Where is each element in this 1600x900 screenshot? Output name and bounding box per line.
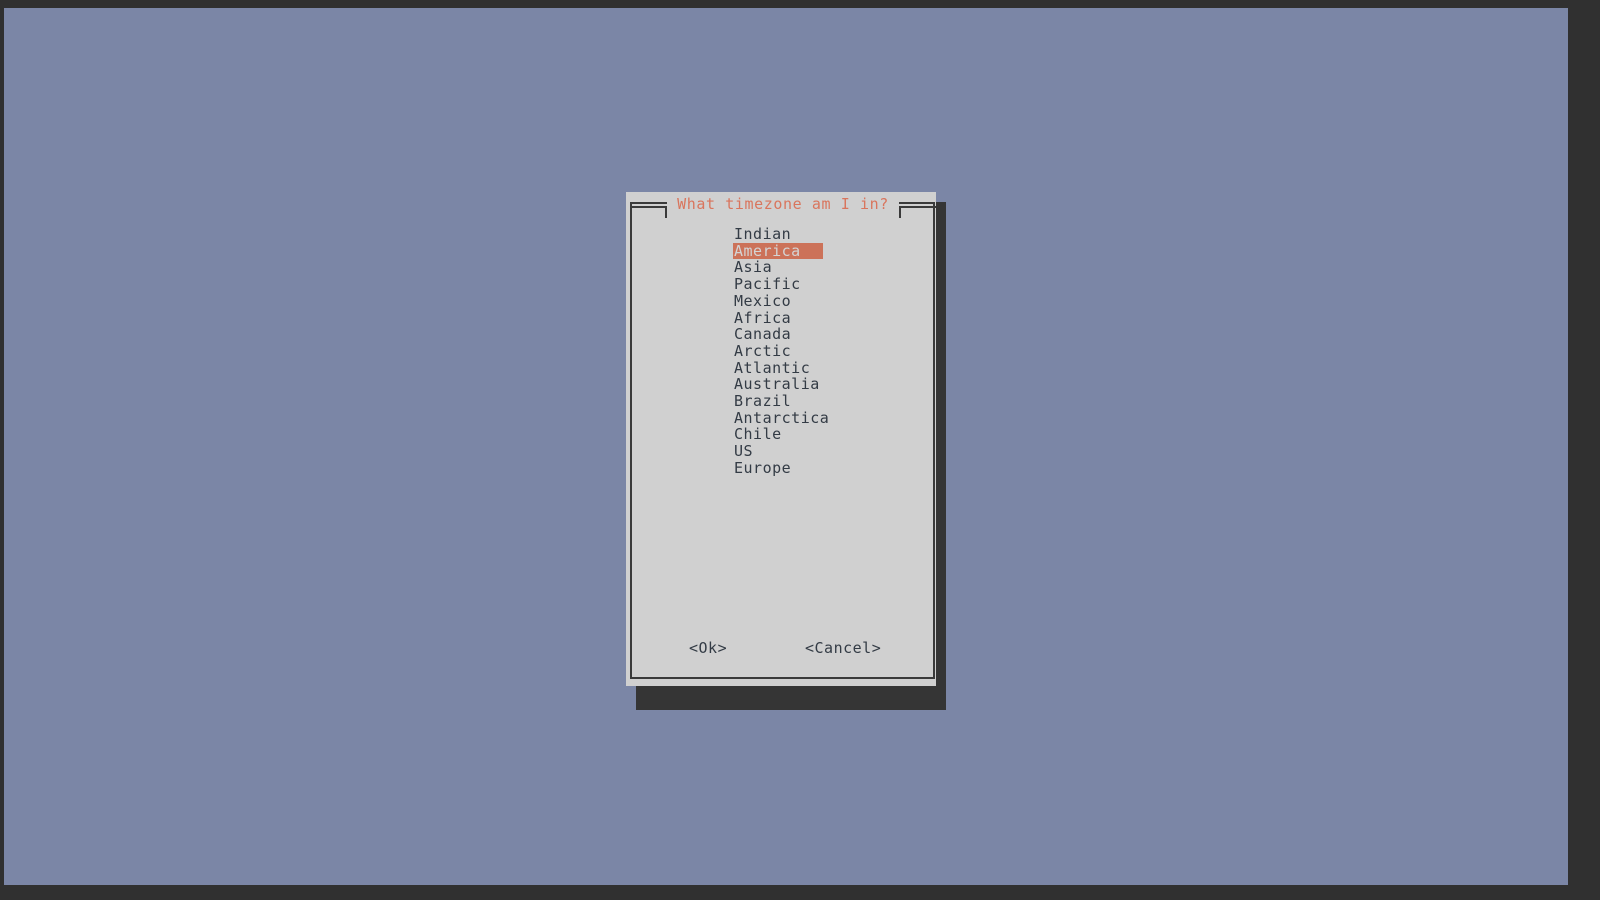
menu-item[interactable]: Canada: [733, 326, 823, 343]
menu-item[interactable]: Indian: [733, 226, 823, 243]
menu-item[interactable]: America: [733, 242, 823, 260]
menu-item[interactable]: Pacific: [733, 276, 823, 293]
timezone-dialog: What timezone am I in? Indian America Asia…: [626, 192, 937, 686]
menu-item[interactable]: Asia: [733, 259, 823, 276]
menu-item[interactable]: Arctic: [733, 343, 823, 360]
menu-item[interactable]: Brazil: [733, 393, 823, 410]
menu-item[interactable]: Chile: [733, 426, 823, 443]
dialog-button-row: <Ok> <Cancel>: [630, 638, 936, 658]
ok-button[interactable]: <Ok>: [689, 638, 727, 658]
menu-item[interactable]: Africa: [733, 309, 823, 327]
menu-item[interactable]: US: [733, 443, 823, 460]
menu-item[interactable]: Atlantic: [733, 359, 823, 377]
menu-item[interactable]: Antarctica: [733, 410, 829, 427]
menu-item[interactable]: Europe: [733, 460, 823, 477]
menu-item[interactable]: Australia: [733, 376, 823, 393]
terminal-canvas: What timezone am I in? Indian America Asia…: [4, 8, 1568, 885]
timezone-menu-list[interactable]: Indian America Asia Pacific Mexico Africa Cana…: [733, 226, 923, 477]
terminal-window: What timezone am I in? Indian America Asia…: [0, 0, 1600, 900]
cancel-button[interactable]: <Cancel>: [805, 638, 881, 658]
menu-item[interactable]: Mexico: [733, 293, 823, 310]
